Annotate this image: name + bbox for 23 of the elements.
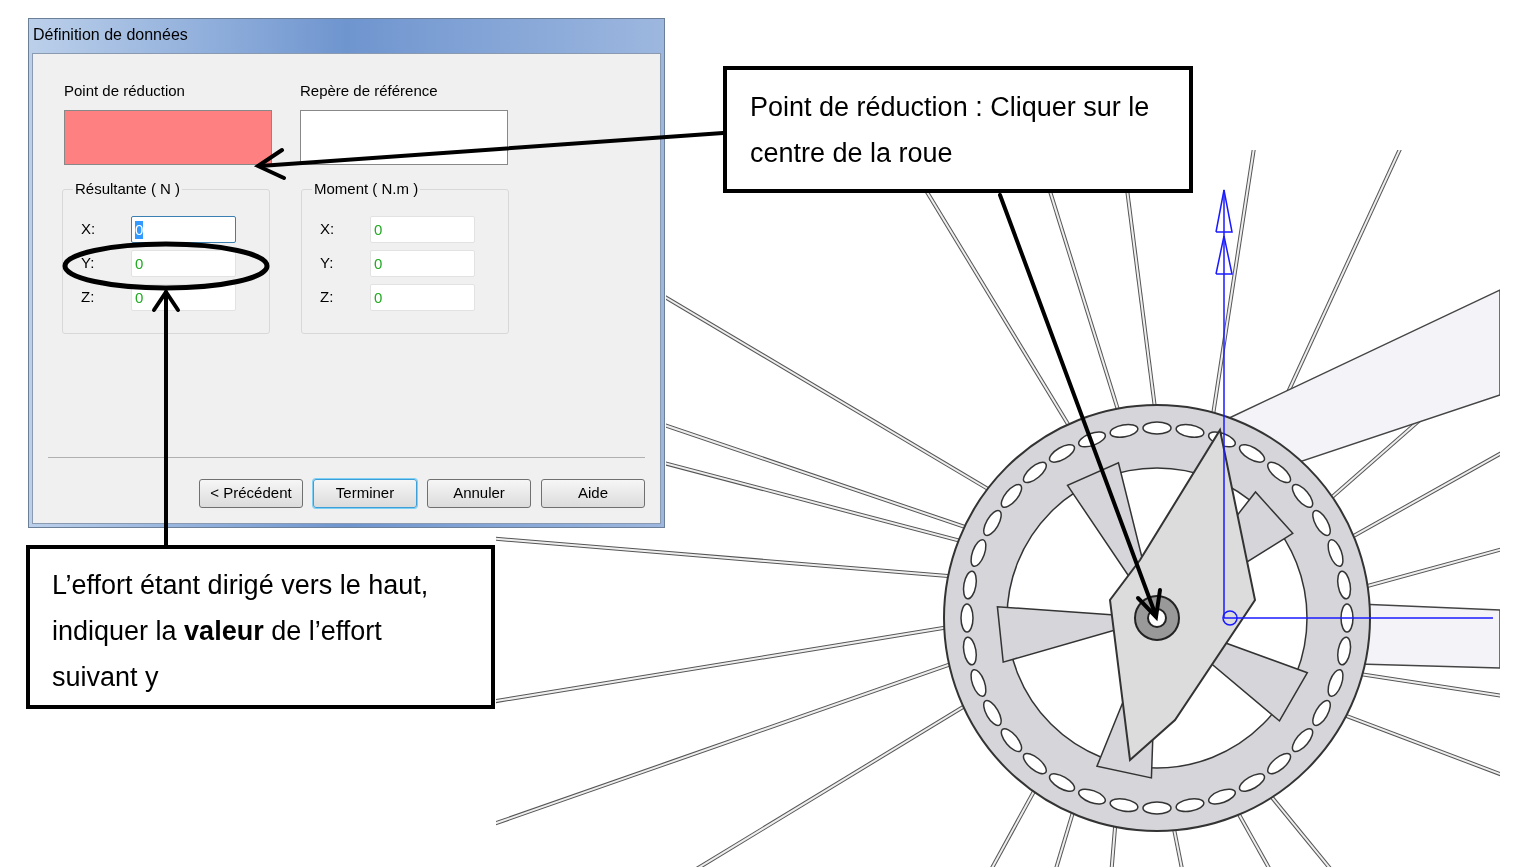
- group-title: Moment ( N.m ): [312, 180, 421, 198]
- field-label: Point de réduction: [64, 81, 186, 101]
- input-field[interactable]: 0: [131, 250, 236, 277]
- input-field[interactable]: 0: [370, 216, 475, 243]
- field-label: X:: [81, 219, 97, 240]
- input-field[interactable]: 0: [131, 216, 236, 243]
- field-label: X:: [320, 219, 336, 240]
- input-field[interactable]: 0: [370, 284, 475, 311]
- field-label: Y:: [81, 253, 96, 274]
- input-field[interactable]: 0: [370, 250, 475, 277]
- callout-text: L’effort étant dirigé vers le haut, indiquer la valeur de l’effort suivant y: [26, 545, 495, 709]
- dialog-button[interactable]: Annuler: [427, 479, 531, 508]
- dialog-button[interactable]: Aide: [541, 479, 645, 508]
- field-label: Z:: [320, 287, 335, 308]
- field-label: Z:: [81, 287, 96, 308]
- callout-text: Point de réduction : Cliquer sur le centre de la roue: [723, 66, 1193, 193]
- group-title: Résultante ( N ): [73, 180, 183, 198]
- selection-box[interactable]: [300, 110, 508, 165]
- field-label: Y:: [320, 253, 335, 274]
- dialog-button[interactable]: Terminer: [313, 479, 417, 508]
- field-label: Repère de référence: [300, 81, 439, 101]
- dialog-button[interactable]: < Précédent: [199, 479, 303, 508]
- window-title: Définition de données: [32, 25, 189, 45]
